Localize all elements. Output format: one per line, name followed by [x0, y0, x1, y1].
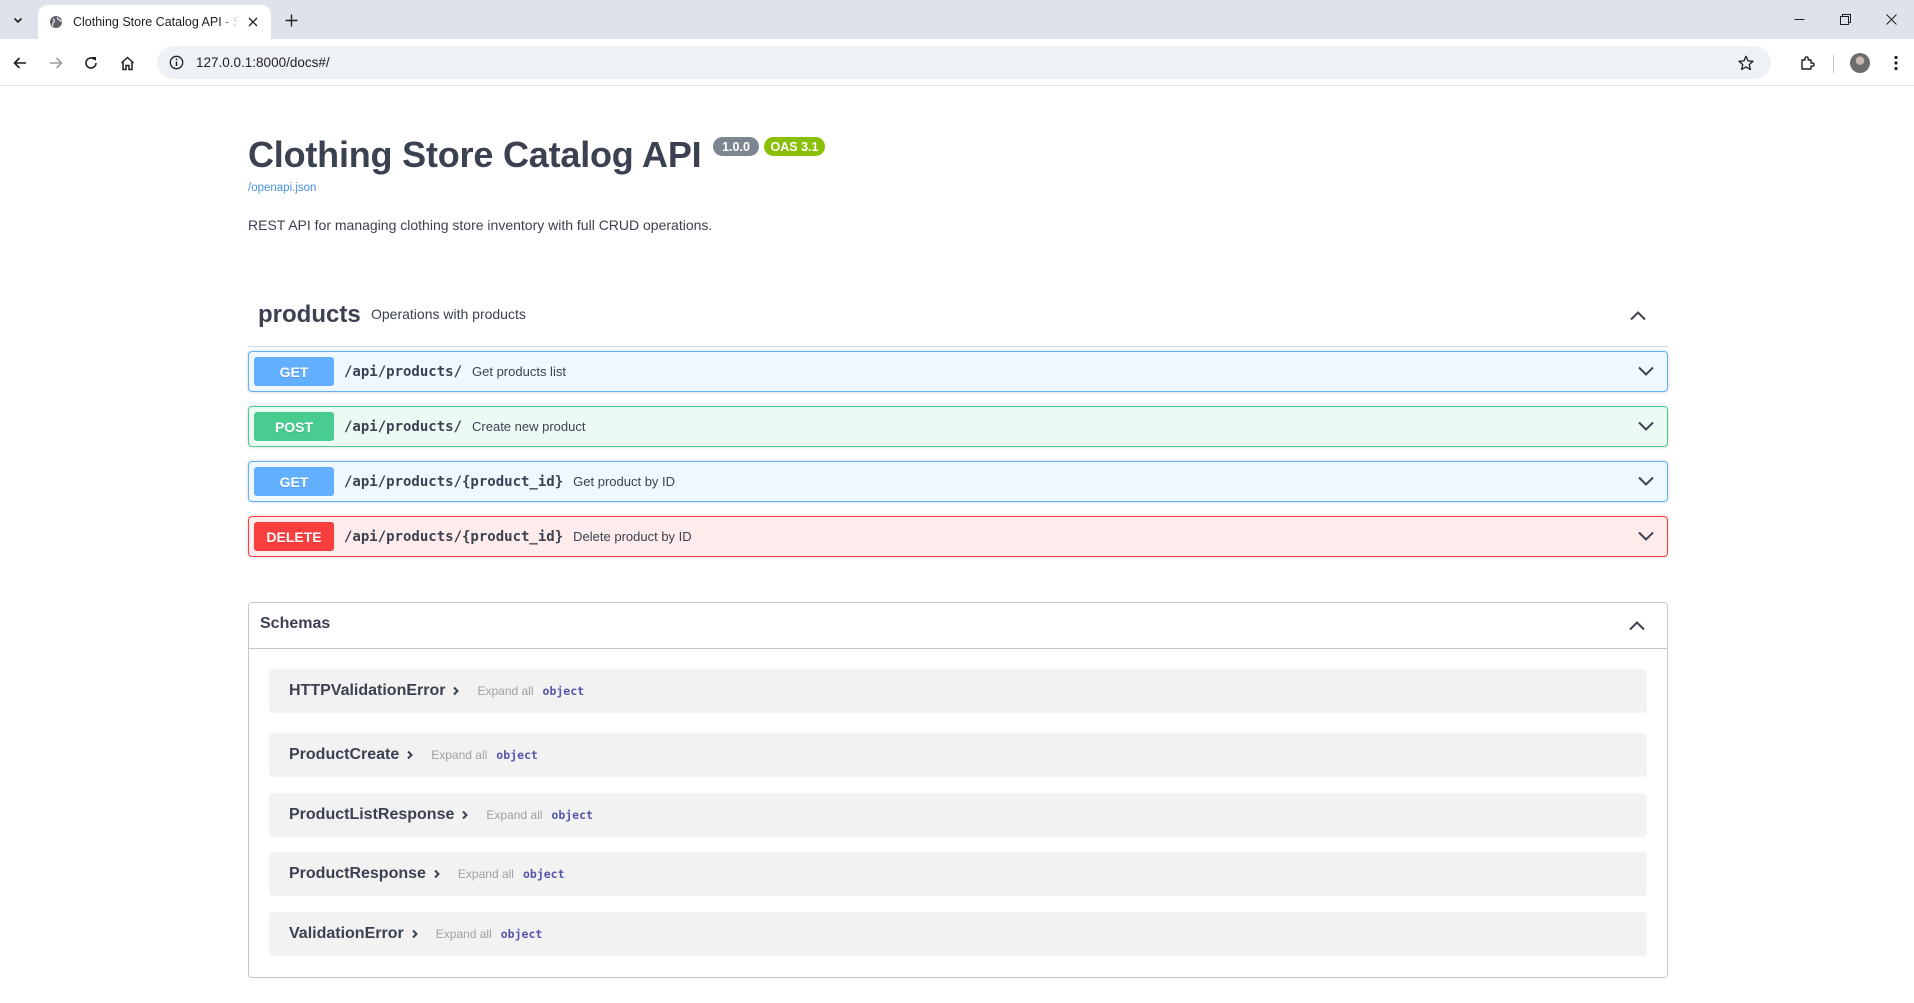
chevron-right-icon[interactable]	[449, 684, 463, 698]
method-badge: DELETE	[254, 522, 334, 551]
home-icon[interactable]	[114, 50, 140, 76]
api-description: REST API for managing clothing store inv…	[248, 217, 713, 233]
expand-all-link[interactable]: Expand all	[431, 748, 487, 762]
chevron-down-icon[interactable]	[1635, 360, 1657, 382]
schemas-section: Schemas HTTPValidationError Expand all o…	[248, 602, 1668, 978]
chevron-right-icon[interactable]	[458, 808, 472, 822]
operation-summary: Create new product	[472, 419, 586, 434]
avatar	[1850, 53, 1870, 73]
method-badge: GET	[254, 357, 334, 386]
schema-name[interactable]: HTTPValidationError	[289, 682, 445, 700]
version-badge: 1.0.0	[713, 137, 759, 156]
chevron-up-icon[interactable]	[1626, 304, 1650, 328]
method-badge: POST	[254, 412, 334, 441]
schema-type: object	[551, 808, 593, 822]
schema-productresponse[interactable]: ProductResponse Expand all object	[269, 852, 1647, 896]
kebab-menu-icon[interactable]	[1883, 50, 1909, 76]
operation-summary: Get products list	[472, 364, 566, 379]
operation-path: /api/products/{product_id}	[344, 528, 564, 545]
chevron-down-icon[interactable]	[1635, 470, 1657, 492]
openapi-json-link[interactable]: /openapi.json	[248, 182, 316, 194]
tab-title: Clothing Store Catalog API - Swagger UI	[73, 15, 239, 29]
browser-tab-strip: Clothing Store Catalog API - Swagger UI	[0, 0, 1914, 39]
schema-productlistresponse[interactable]: ProductListResponse Expand all object	[269, 793, 1647, 837]
chevron-down-icon[interactable]	[1635, 525, 1657, 547]
browser-tab[interactable]: Clothing Store Catalog API - Swagger UI	[38, 5, 271, 39]
chevron-right-icon[interactable]	[408, 927, 422, 941]
schema-type: object	[522, 867, 565, 881]
url-text: 127.0.0.1:8000/docs#/	[196, 55, 330, 70]
reload-icon[interactable]	[78, 50, 104, 76]
forward-arrow-icon[interactable]	[43, 50, 69, 76]
tab-search-button[interactable]	[6, 8, 30, 32]
schemas-title: Schemas	[260, 615, 331, 632]
minimize-icon[interactable]	[1776, 0, 1822, 39]
tag-name: products	[258, 301, 361, 328]
window-controls	[1776, 0, 1914, 39]
site-info-icon[interactable]	[165, 52, 187, 74]
schema-name[interactable]: ProductListResponse	[289, 806, 454, 824]
operation-path: /api/products/{product_id}	[344, 473, 564, 490]
browser-toolbar: 127.0.0.1:8000/docs#/	[0, 39, 1914, 86]
chevron-up-icon[interactable]	[1625, 614, 1649, 638]
expand-all-link[interactable]: Expand all	[477, 684, 533, 698]
chevron-down-icon	[13, 17, 23, 24]
method-badge: GET	[254, 467, 334, 496]
chevron-down-icon[interactable]	[1635, 415, 1657, 437]
restore-icon[interactable]	[1822, 0, 1868, 39]
schema-name[interactable]: ProductCreate	[289, 746, 399, 764]
schema-name[interactable]: ProductResponse	[289, 865, 426, 883]
toolbar-separator	[1833, 55, 1834, 73]
expand-all-link[interactable]: Expand all	[486, 808, 542, 822]
schema-httpvalidationerror[interactable]: HTTPValidationError Expand all object	[269, 669, 1647, 713]
opblock-get-products[interactable]: GET /api/products/ Get products list	[248, 351, 1668, 392]
extensions-puzzle-icon[interactable]	[1795, 50, 1821, 76]
schema-type: object	[542, 684, 585, 698]
close-tab-icon[interactable]	[243, 12, 263, 32]
opblock-get-product-by-id[interactable]: GET /api/products/{product_id} Get produ…	[248, 461, 1668, 502]
operation-summary: Get product by ID	[573, 474, 676, 489]
operation-path: /api/products/	[344, 363, 463, 380]
schemas-header[interactable]: Schemas	[249, 603, 1667, 649]
back-arrow-icon[interactable]	[7, 50, 33, 76]
opblock-post-products[interactable]: POST /api/products/ Create new product	[248, 406, 1668, 447]
schema-name[interactable]: ValidationError	[289, 925, 404, 943]
schema-type: object	[496, 748, 538, 762]
opblock-delete-product[interactable]: DELETE /api/products/{product_id} Delete…	[248, 516, 1668, 557]
operation-summary: Delete product by ID	[573, 529, 692, 544]
chevron-right-icon[interactable]	[403, 748, 417, 762]
expand-all-link[interactable]: Expand all	[436, 927, 492, 941]
globe-icon	[48, 14, 64, 30]
operation-path: /api/products/	[344, 418, 463, 435]
chevron-right-icon[interactable]	[430, 867, 444, 881]
expand-all-link[interactable]: Expand all	[458, 867, 514, 881]
address-bar[interactable]: 127.0.0.1:8000/docs#/	[157, 46, 1771, 79]
new-tab-plus-icon[interactable]	[279, 8, 303, 32]
schema-productcreate[interactable]: ProductCreate Expand all object	[269, 733, 1647, 777]
close-window-icon[interactable]	[1868, 0, 1914, 39]
profile-avatar[interactable]	[1847, 50, 1873, 76]
oas-badge: OAS 3.1	[764, 137, 825, 156]
tag-products-header[interactable]: products Operations with products	[248, 292, 1668, 347]
schema-validationerror[interactable]: ValidationError Expand all object	[269, 912, 1647, 956]
schema-type: object	[500, 927, 543, 941]
bookmark-star-icon[interactable]	[1735, 52, 1757, 74]
tag-description: Operations with products	[371, 306, 526, 322]
page-title: Clothing Store Catalog API	[248, 134, 702, 175]
